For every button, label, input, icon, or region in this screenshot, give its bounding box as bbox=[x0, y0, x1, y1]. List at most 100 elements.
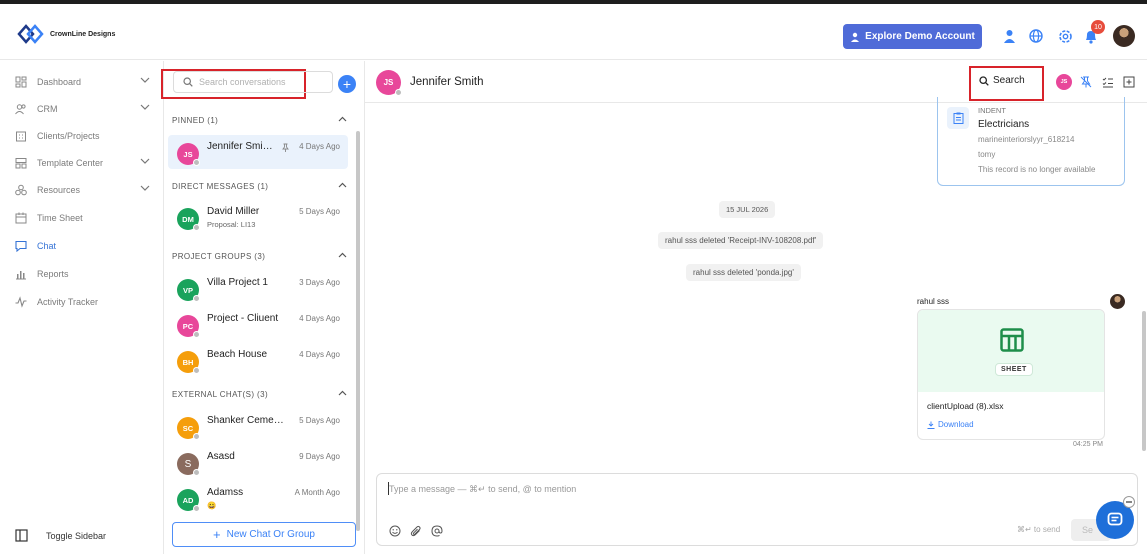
download-link[interactable]: Download bbox=[927, 420, 974, 429]
system-message: rahul sss deleted 'Receipt-INV-108208.pd… bbox=[658, 232, 824, 249]
section-title: PROJECT GROUPS (3) bbox=[172, 252, 266, 261]
template-icon bbox=[15, 158, 27, 169]
chevron-down-icon bbox=[140, 185, 150, 191]
avatar: BH bbox=[177, 351, 200, 374]
search-placeholder: Search conversations bbox=[199, 77, 286, 87]
conversation-item[interactable]: S Asasd 9 Days Ago bbox=[168, 445, 348, 479]
sidebar-item-label: CRM bbox=[37, 104, 58, 114]
conversation-scrollbar[interactable] bbox=[356, 131, 360, 531]
explore-demo-label: Explore Demo Account bbox=[865, 31, 975, 42]
member-avatar[interactable]: JS bbox=[1056, 74, 1072, 90]
logo-icon bbox=[17, 24, 44, 44]
chat-icon bbox=[15, 240, 27, 252]
conversation-search-input[interactable]: Search conversations bbox=[173, 71, 333, 93]
conversation-item[interactable]: SC Shanker Ceme… 5 Days Ago bbox=[168, 409, 348, 443]
section-title: PINNED (1) bbox=[172, 116, 219, 125]
section-title: EXTERNAL CHAT(S) (3) bbox=[172, 390, 269, 399]
explore-demo-button[interactable]: Explore Demo Account bbox=[843, 24, 982, 49]
user-icon bbox=[851, 32, 860, 42]
conversation-name: David Miller bbox=[207, 206, 260, 217]
plus-icon: + bbox=[213, 527, 221, 542]
users-icon bbox=[15, 104, 26, 115]
conversation-time: 4 Days Ago bbox=[299, 314, 340, 323]
section-header-project-groups[interactable]: PROJECT GROUPS (3) bbox=[172, 252, 347, 261]
sidebar-item-reports[interactable]: Reports bbox=[15, 265, 150, 283]
brand-logo[interactable]: CrownLine Designs bbox=[16, 22, 115, 46]
avatar: S bbox=[177, 453, 200, 476]
new-chat-label: New Chat Or Group bbox=[226, 529, 315, 540]
chat-scrollbar[interactable] bbox=[1142, 311, 1146, 451]
notification-badge: 10 bbox=[1091, 20, 1105, 34]
bar-chart-icon bbox=[16, 271, 26, 280]
avatar: DM bbox=[177, 208, 200, 231]
conversation-subtitle: Proposal: LI13 bbox=[207, 220, 256, 229]
conversation-name: Asasd bbox=[207, 451, 235, 462]
conversation-name: Shanker Ceme… bbox=[207, 415, 284, 426]
conversation-time: 5 Days Ago bbox=[299, 207, 340, 216]
unpin-icon[interactable] bbox=[1078, 74, 1093, 89]
send-shortcut-hint: ⌘↵ to send bbox=[1017, 525, 1061, 534]
chat-bubble-icon bbox=[1107, 512, 1123, 526]
record-unavailable-note: This record is no longer available bbox=[978, 165, 1096, 174]
sidebar-item-label: Reports bbox=[37, 269, 69, 279]
message-input-placeholder: Type a message — ⌘↵ to send, @ to mentio… bbox=[389, 484, 577, 494]
section-header-direct-messages[interactable]: DIRECT MESSAGES (1) bbox=[172, 182, 347, 191]
file-attachment-card[interactable]: SHEET clientUpload (8).xlsx Download bbox=[917, 309, 1105, 440]
attachment-icon[interactable] bbox=[410, 525, 422, 537]
conversation-time: 4 Days Ago bbox=[299, 142, 340, 151]
download-label: Download bbox=[938, 420, 974, 429]
conversation-time: 4 Days Ago bbox=[299, 350, 340, 359]
new-chat-button[interactable]: + New Chat Or Group bbox=[172, 522, 356, 547]
add-conversation-button[interactable]: + bbox=[338, 75, 356, 93]
chevron-up-icon bbox=[338, 182, 347, 188]
toggle-sidebar-button[interactable]: Toggle Sidebar bbox=[15, 529, 106, 542]
sidebar-item-crm[interactable]: CRM bbox=[15, 100, 150, 118]
mention-icon[interactable] bbox=[431, 525, 443, 537]
new-window-icon[interactable] bbox=[1121, 74, 1136, 89]
conversation-item[interactable]: DM David Miller 5 Days Ago Proposal: LI1… bbox=[168, 200, 348, 234]
conversation-item[interactable]: JS Jennifer Smi… 4 Days Ago bbox=[168, 135, 348, 169]
checklist-icon[interactable] bbox=[1100, 74, 1115, 89]
sidebar-toggle-icon bbox=[15, 529, 28, 542]
sidebar-item-clients-projects[interactable]: Clients/Projects bbox=[15, 127, 150, 145]
gear-icon[interactable] bbox=[1057, 28, 1073, 44]
sidebar-item-time-sheet[interactable]: Time Sheet bbox=[15, 209, 150, 227]
chat-search-label: Search bbox=[993, 75, 1025, 86]
user-avatar[interactable] bbox=[1113, 25, 1135, 47]
sender-avatar[interactable] bbox=[1110, 294, 1125, 309]
conversation-time: A Month Ago bbox=[294, 488, 340, 497]
sidebar: Dashboard CRM Clients/Projects Template … bbox=[0, 61, 164, 554]
sidebar-item-dashboard[interactable]: Dashboard bbox=[15, 73, 150, 91]
toggle-sidebar-label: Toggle Sidebar bbox=[46, 530, 107, 541]
profile-icon[interactable] bbox=[1001, 28, 1017, 44]
section-header-external-chats[interactable]: EXTERNAL CHAT(S) (3) bbox=[172, 390, 347, 399]
sidebar-item-label: Template Center bbox=[37, 158, 104, 168]
chevron-up-icon bbox=[338, 390, 347, 396]
chat-panel: JS Jennifer Smith Search JS INDENT Elect… bbox=[365, 61, 1147, 554]
file-type-badge: SHEET bbox=[995, 363, 1033, 376]
conversation-time: 5 Days Ago bbox=[299, 416, 340, 425]
chat-search-button[interactable]: Search bbox=[979, 75, 1025, 86]
conversation-item[interactable]: AD Adamss A Month Ago 😀 bbox=[168, 481, 348, 515]
system-message: rahul sss deleted 'ponda.jpg' bbox=[686, 264, 801, 281]
avatar[interactable]: JS bbox=[376, 70, 402, 96]
globe-icon[interactable] bbox=[1028, 28, 1044, 44]
conversation-item[interactable]: BH Beach House 4 Days Ago bbox=[168, 343, 348, 377]
sidebar-item-activity-tracker[interactable]: Activity Tracker bbox=[15, 293, 150, 311]
sidebar-item-resources[interactable]: Resources bbox=[15, 181, 150, 199]
chevron-down-icon bbox=[140, 77, 150, 83]
record-card[interactable]: INDENT Electricians marineinteriorslyyr_… bbox=[937, 97, 1125, 186]
sidebar-item-chat[interactable]: Chat bbox=[15, 237, 150, 255]
sidebar-item-template-center[interactable]: Template Center bbox=[15, 154, 150, 172]
message-composer[interactable]: Type a message — ⌘↵ to send, @ to mentio… bbox=[376, 473, 1138, 546]
conversation-subtitle: 😀 bbox=[207, 501, 217, 510]
conversation-item[interactable]: PC Project - Cliuent 4 Days Ago bbox=[168, 307, 348, 341]
conversation-item[interactable]: VP Villa Project 1 3 Days Ago bbox=[168, 271, 348, 305]
conversation-name: Beach House bbox=[207, 349, 268, 360]
section-header-pinned[interactable]: PINNED (1) bbox=[172, 116, 347, 125]
conversation-name: Adamss bbox=[207, 487, 244, 498]
minimize-support-icon[interactable] bbox=[1123, 496, 1135, 508]
calendar-icon bbox=[15, 212, 27, 224]
emoji-icon[interactable] bbox=[389, 525, 401, 537]
dashboard-icon bbox=[15, 76, 27, 88]
